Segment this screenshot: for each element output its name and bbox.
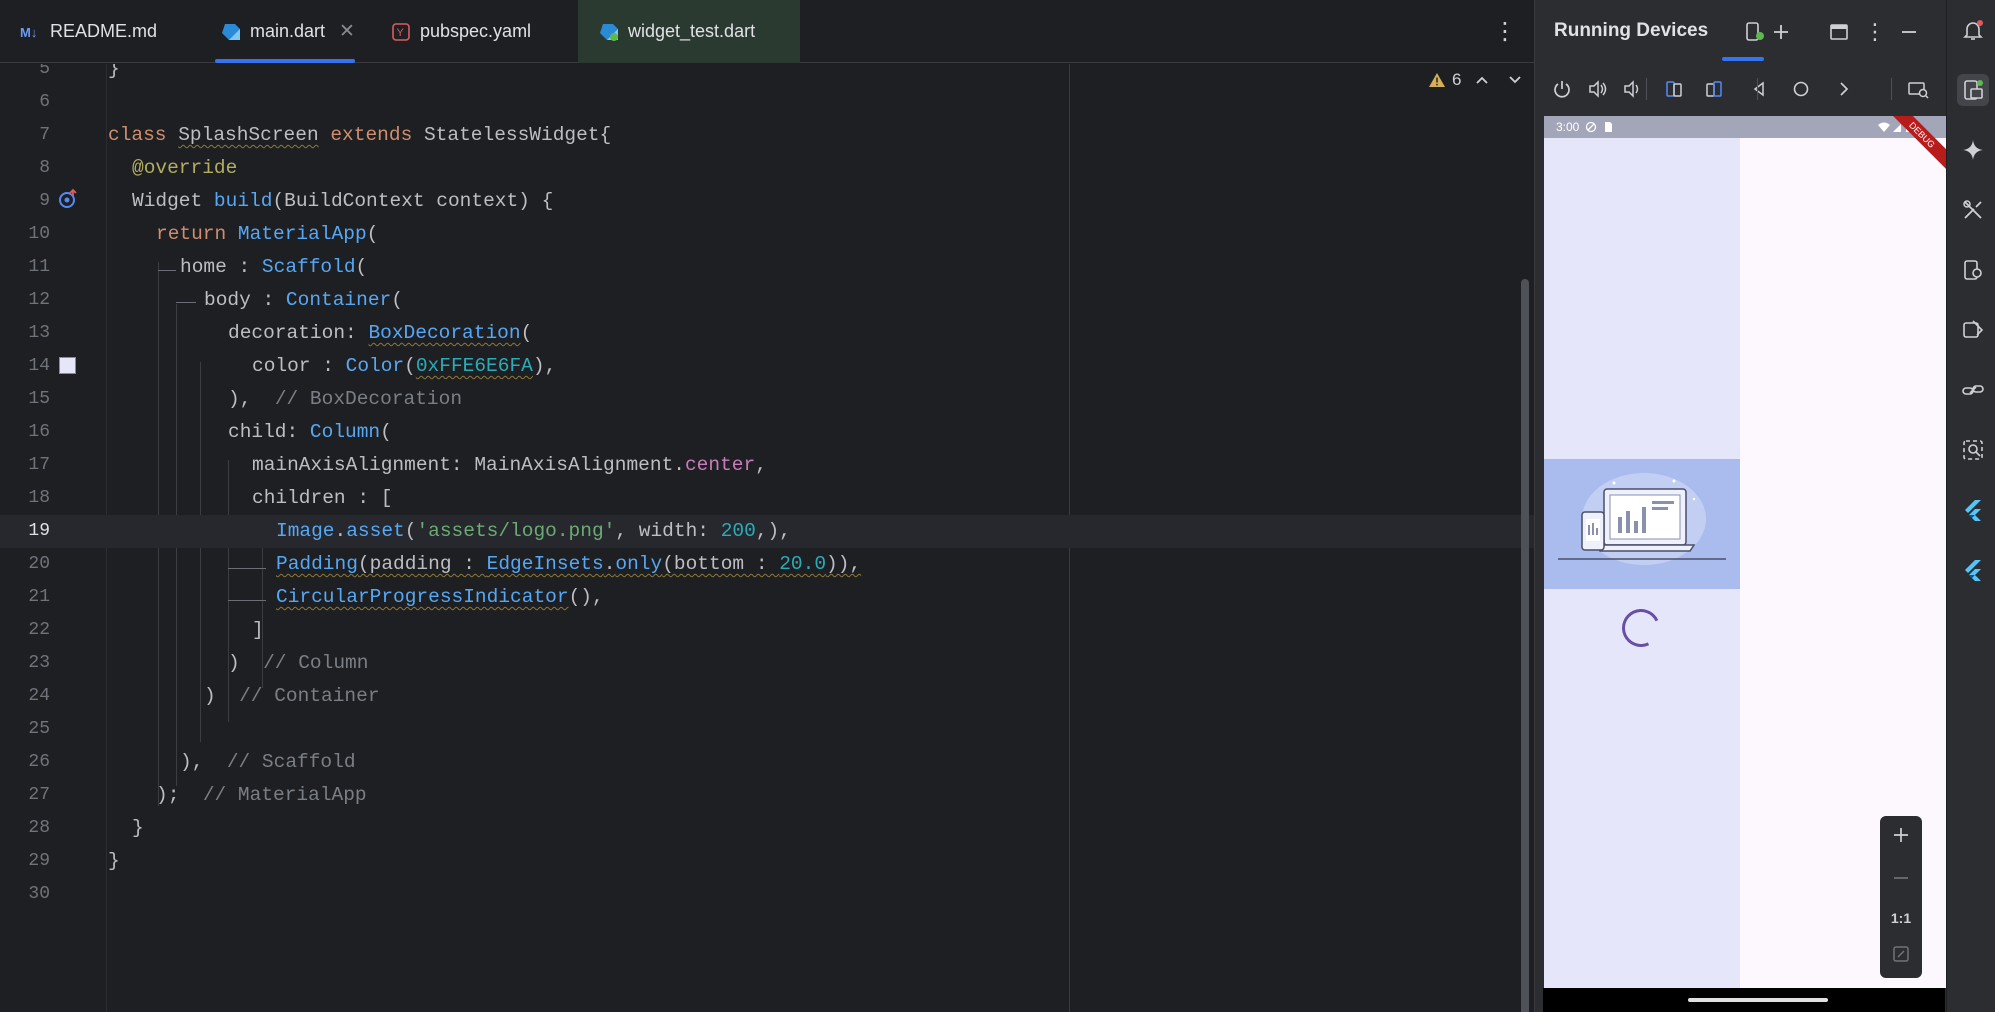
code-line[interactable]: 16 child: Column( bbox=[0, 416, 1534, 449]
window-layout-icon[interactable] bbox=[1825, 18, 1853, 46]
rotate-left-icon[interactable] bbox=[1660, 75, 1688, 103]
yaml-icon: Y bbox=[390, 21, 412, 43]
device-manager-icon[interactable] bbox=[1741, 18, 1769, 46]
zoom-controls: 1:1 bbox=[1880, 816, 1922, 978]
close-icon[interactable]: ✕ bbox=[339, 20, 355, 43]
code-line[interactable]: 13 decoration: BoxDecoration( bbox=[0, 317, 1534, 350]
emulator-icon[interactable] bbox=[1957, 314, 1989, 346]
zoom-in-icon[interactable] bbox=[1891, 825, 1911, 850]
code-line[interactable]: 6 bbox=[0, 86, 1534, 119]
code-line[interactable]: 15), // BoxDecoration bbox=[0, 383, 1534, 416]
overview-icon[interactable] bbox=[1830, 75, 1858, 103]
warning-icon bbox=[1429, 73, 1445, 87]
code-line[interactable]: 23) // Column bbox=[0, 647, 1534, 680]
color-swatch-icon[interactable] bbox=[59, 357, 76, 374]
device-tab-indicator bbox=[1722, 57, 1764, 61]
volume-up-icon[interactable] bbox=[1584, 75, 1612, 103]
tab-main-dart[interactable]: main.dart ✕ bbox=[215, 0, 355, 63]
markdown-icon: M↓ bbox=[20, 21, 42, 43]
add-device-icon[interactable] bbox=[1767, 18, 1795, 46]
vertical-scrollbar[interactable] bbox=[1521, 279, 1529, 1012]
code-line[interactable]: 14 color : Color(0xFFE6E6FA), bbox=[0, 350, 1534, 383]
code-editor[interactable]: 5} 6 7 class SplashScreen extends Statele… bbox=[0, 64, 1534, 1012]
previous-highlight-icon[interactable] bbox=[1475, 70, 1489, 90]
code-line[interactable]: 25 bbox=[0, 713, 1534, 746]
code-line-current[interactable]: 19 Image.asset('assets/logo.png', width: … bbox=[0, 515, 1534, 548]
tab-label: widget_test.dart bbox=[628, 21, 756, 41]
code-line[interactable]: 26), // Scaffold bbox=[0, 746, 1534, 779]
tab-label: main.dart bbox=[250, 21, 326, 41]
minimize-icon[interactable] bbox=[1895, 18, 1923, 46]
zoom-actual-size-button[interactable]: 1:1 bbox=[1891, 910, 1911, 926]
toolbar-separator bbox=[1757, 78, 1758, 100]
layout-inspector-icon[interactable] bbox=[1957, 434, 1989, 466]
code-line[interactable]: 22] bbox=[0, 614, 1534, 647]
volume-down-icon[interactable] bbox=[1619, 75, 1647, 103]
code-line[interactable]: 21 CircularProgressIndicator(), bbox=[0, 581, 1534, 614]
app-logo-image bbox=[1544, 459, 1740, 589]
svg-text:Y: Y bbox=[397, 27, 405, 39]
code-line[interactable]: 30 bbox=[0, 878, 1534, 911]
link-icon[interactable] bbox=[1957, 374, 1989, 406]
editor-tab-bar: M↓ README.md main.dart ✕ Y pubspec.yaml … bbox=[0, 0, 1534, 63]
device-explorer-icon[interactable] bbox=[1957, 254, 1989, 286]
code-line[interactable]: 8 @override bbox=[0, 152, 1534, 185]
phone-gesture-handle[interactable] bbox=[1688, 998, 1828, 1002]
code-line[interactable]: 11 home : Scaffold( bbox=[0, 251, 1534, 284]
tab-widget-test[interactable]: widget_test.dart bbox=[578, 0, 800, 63]
zoom-out-icon[interactable] bbox=[1891, 868, 1911, 893]
ai-assistant-icon[interactable] bbox=[1957, 134, 1989, 166]
power-icon[interactable] bbox=[1548, 75, 1576, 103]
code-line[interactable]: 17 mainAxisAlignment: MainAxisAlignment.c… bbox=[0, 449, 1534, 482]
code-line[interactable]: 5} bbox=[0, 64, 1534, 86]
phone-status-bar: 3:00 bbox=[1544, 116, 1946, 138]
toolbar-separator bbox=[1646, 78, 1647, 100]
next-highlight-icon[interactable] bbox=[1508, 70, 1522, 90]
code-line[interactable]: 27); // MaterialApp bbox=[0, 779, 1534, 812]
code-line[interactable]: 29} bbox=[0, 845, 1534, 878]
code-line[interactable]: 18 children : [ bbox=[0, 482, 1534, 515]
override-method-icon[interactable] bbox=[57, 188, 79, 210]
code-line[interactable]: 7 class SplashScreen extends StatelessWid… bbox=[0, 119, 1534, 152]
dart-test-icon bbox=[598, 21, 620, 43]
right-tool-window-bar bbox=[1946, 0, 1995, 1012]
dart-icon bbox=[220, 21, 242, 43]
warning-indicator[interactable]: 6 bbox=[1428, 70, 1461, 90]
tab-label: README.md bbox=[50, 21, 158, 41]
panel-title: Running Devices bbox=[1554, 20, 1709, 41]
svg-text:M↓: M↓ bbox=[20, 25, 37, 39]
do-not-disturb-icon bbox=[1586, 121, 1597, 133]
code-line[interactable]: 12 body : Container( bbox=[0, 284, 1534, 317]
code-line[interactable]: 20 Padding(padding : EdgeInsets.only(bott… bbox=[0, 548, 1534, 581]
home-icon[interactable] bbox=[1787, 75, 1815, 103]
tab-readme[interactable]: M↓ README.md bbox=[20, 0, 157, 63]
back-icon[interactable] bbox=[1745, 75, 1773, 103]
running-devices-tool-icon[interactable] bbox=[1957, 74, 1989, 106]
code-line[interactable]: 24) // Container bbox=[0, 680, 1534, 713]
flutter-outline-icon[interactable] bbox=[1957, 554, 1989, 586]
screenshot-icon[interactable] bbox=[1904, 75, 1932, 103]
more-options-icon[interactable]: ⋮ bbox=[1493, 16, 1517, 46]
toolbar-separator bbox=[1891, 78, 1892, 100]
panel-options-icon[interactable]: ⋮ bbox=[1861, 18, 1889, 46]
tab-pubspec[interactable]: Y pubspec.yaml bbox=[390, 0, 531, 63]
zoom-fit-icon[interactable] bbox=[1891, 944, 1911, 969]
status-time: 3:00 bbox=[1556, 120, 1580, 134]
warning-count: 6 bbox=[1452, 70, 1462, 89]
code-line[interactable]: 9 Widget build(BuildContext context) { bbox=[0, 185, 1534, 218]
rotate-right-icon[interactable] bbox=[1700, 75, 1728, 103]
tab-label: pubspec.yaml bbox=[420, 21, 532, 41]
code-line[interactable]: 28} bbox=[0, 812, 1534, 845]
code-line[interactable]: 10 return MaterialApp( bbox=[0, 218, 1534, 251]
tools-icon[interactable] bbox=[1957, 194, 1989, 226]
flutter-inspector-icon[interactable] bbox=[1957, 494, 1989, 526]
sd-card-icon bbox=[1605, 122, 1613, 132]
notifications-icon[interactable] bbox=[1957, 14, 1989, 46]
